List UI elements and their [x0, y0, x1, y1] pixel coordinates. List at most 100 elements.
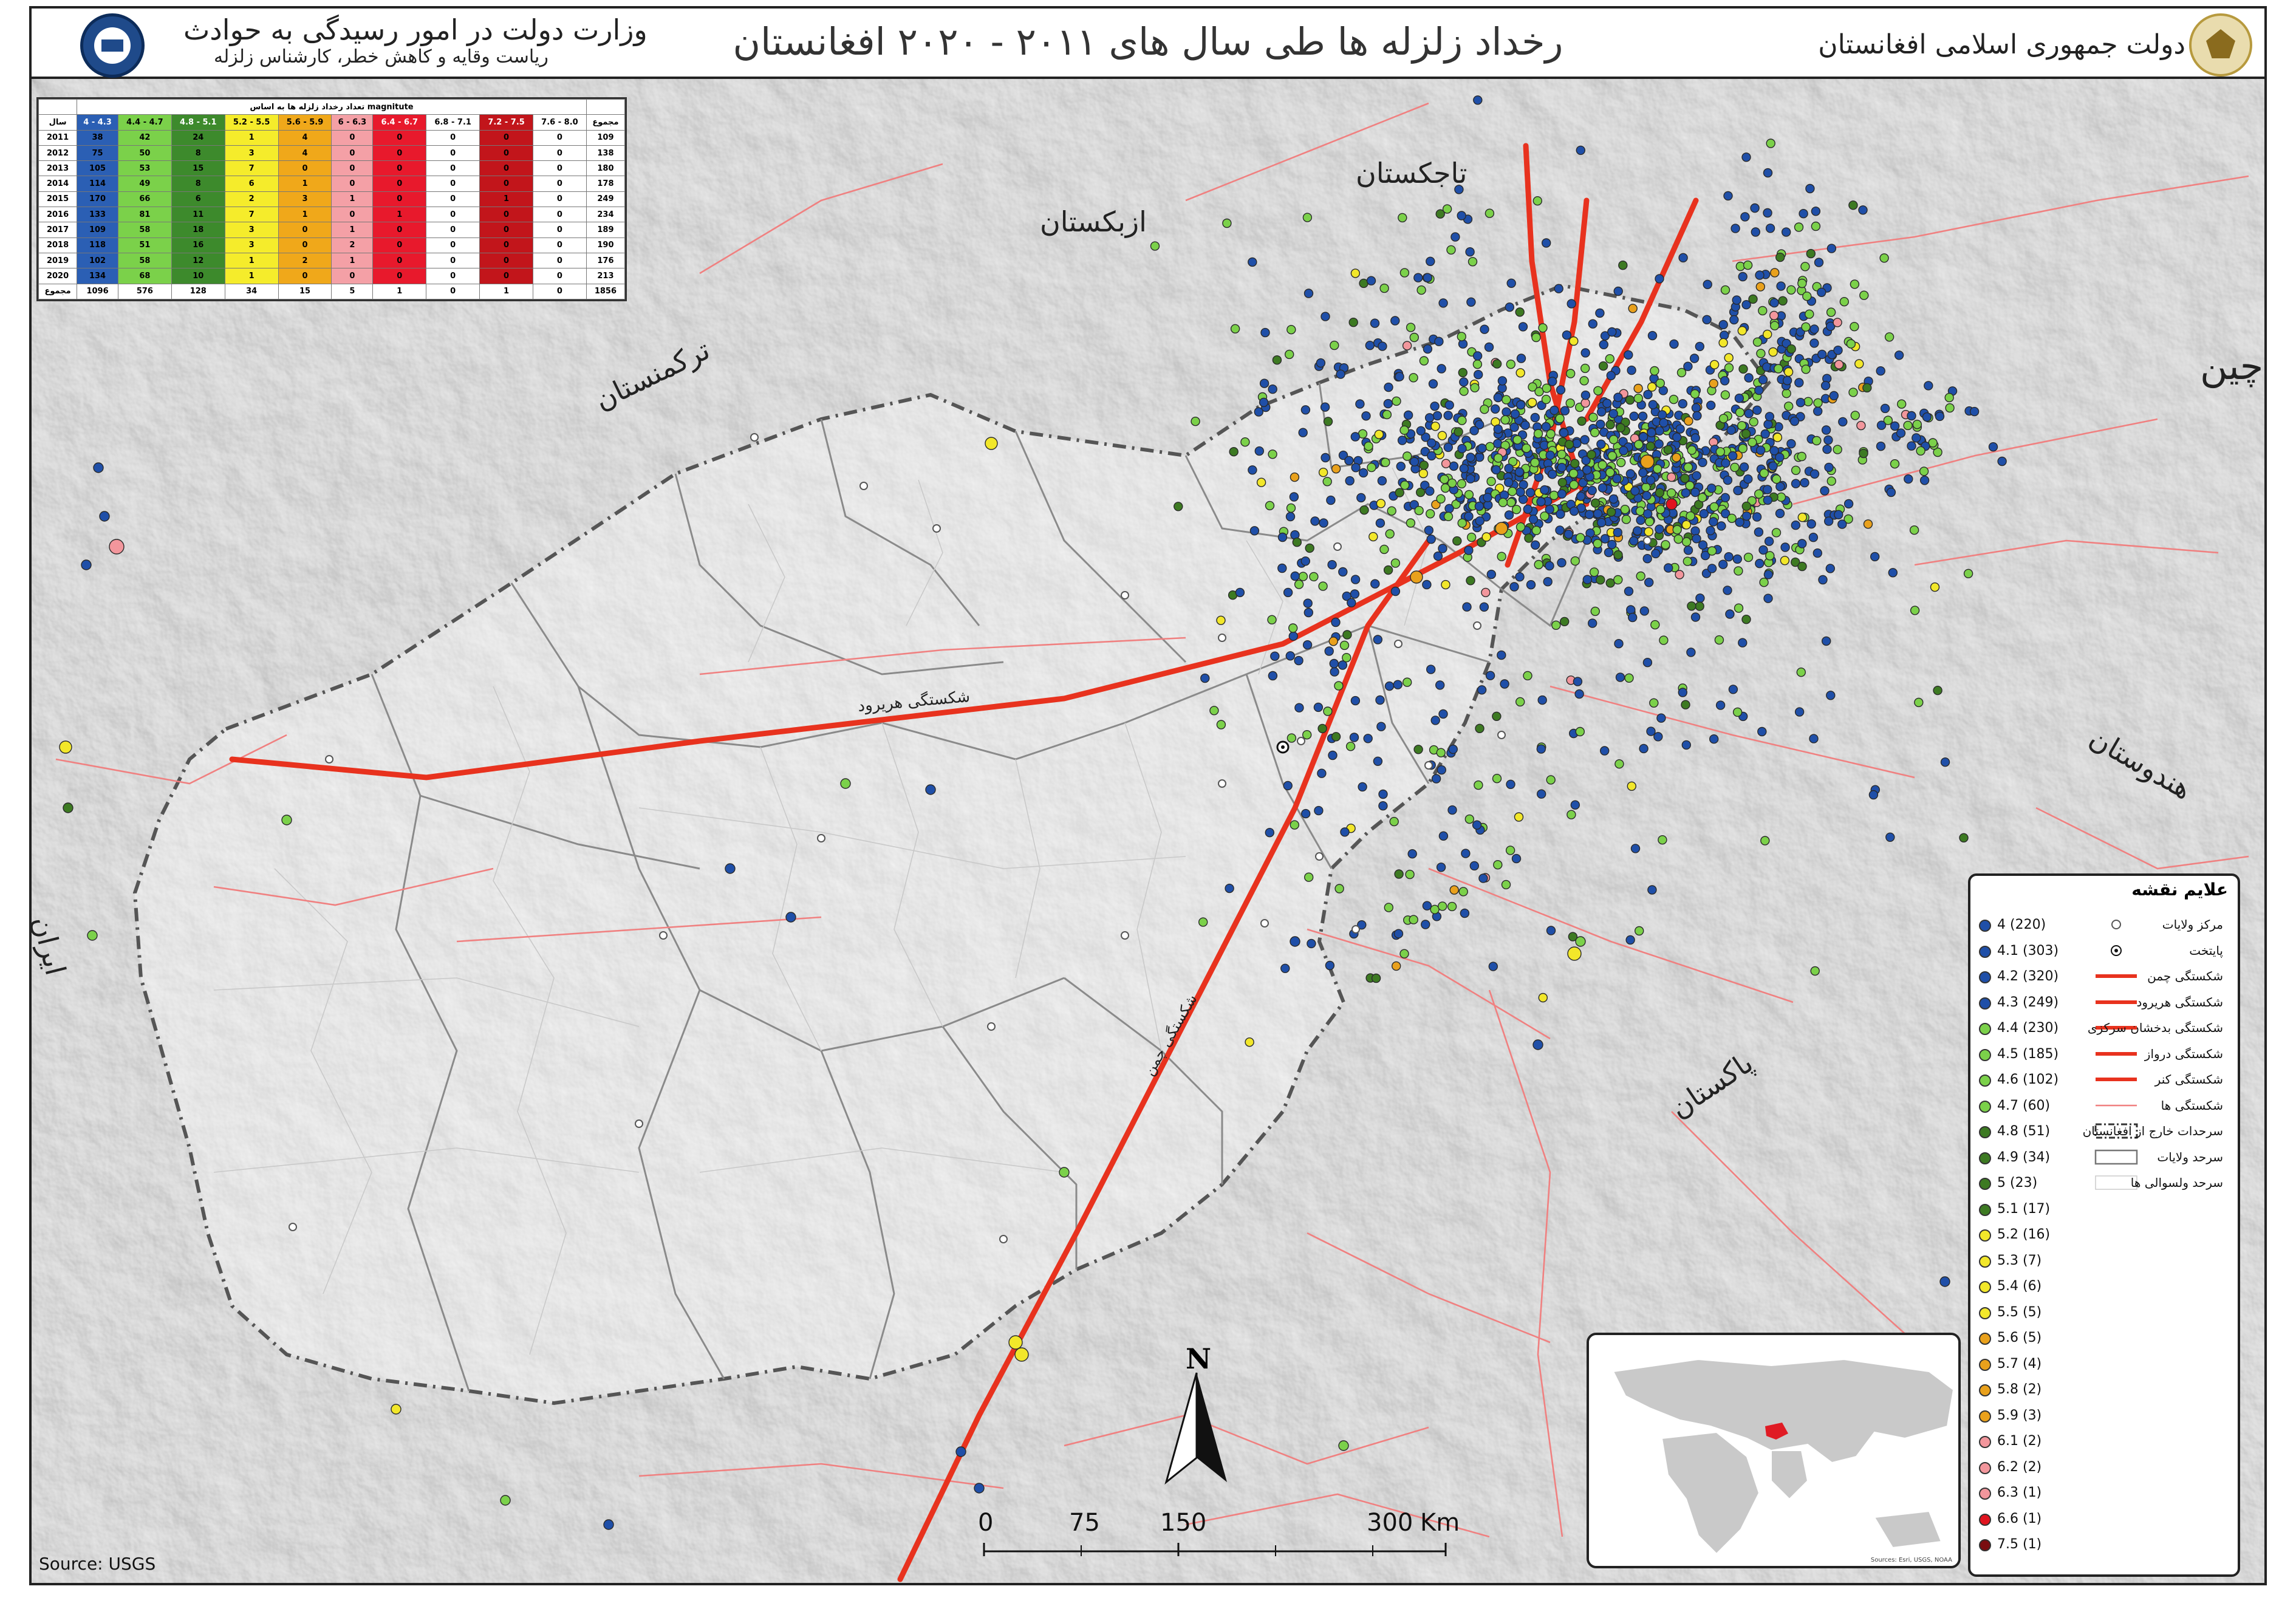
earthquake-point — [1653, 732, 1663, 742]
earthquake-point — [1430, 904, 1440, 915]
column-total-cell: 128 — [171, 283, 225, 300]
earthquake-point — [1833, 346, 1843, 355]
earthquake-point — [1344, 456, 1354, 465]
earthquake-point — [1557, 477, 1568, 487]
earthquake-point — [1371, 973, 1381, 983]
earthquake-point — [1903, 420, 1913, 431]
earthquake-point — [1653, 464, 1662, 474]
table-row: 2013 105 53 15 7 0 0 0 0 0 0 180 — [38, 160, 626, 177]
earthquake-point — [1409, 373, 1418, 383]
earthquake-point — [1896, 399, 1907, 409]
scale-tick-150: 150 — [1160, 1509, 1207, 1537]
earthquake-point — [1673, 534, 1683, 544]
earthquake-point — [1850, 279, 1860, 289]
earthquake-point — [1437, 431, 1447, 440]
earthquake-point — [1564, 440, 1574, 449]
legend-symbol-icon — [2092, 942, 2141, 959]
count-cell: 0 — [426, 237, 480, 253]
earthquake-point — [1300, 808, 1311, 819]
earthquake-point — [1370, 579, 1380, 589]
earthquake-point — [1565, 398, 1575, 408]
earthquake-point — [1738, 443, 1748, 454]
earthquake-point — [1647, 885, 1657, 895]
earthquake-point — [1778, 296, 1788, 306]
earthquake-point — [1813, 398, 1823, 408]
earthquake-point — [1413, 273, 1423, 282]
earthquake-point — [1754, 527, 1764, 537]
earthquake-point — [1924, 381, 1933, 391]
magnitude-label: 5.4 (6) — [1997, 1279, 2042, 1294]
earthquake-point — [1760, 429, 1770, 439]
legend-magnitude-item: 5.1 (17) — [1970, 1197, 2232, 1221]
earthquake-point — [1765, 412, 1775, 422]
earthquake-point — [1358, 782, 1367, 792]
earthquake-point — [1541, 394, 1551, 405]
legend-symbol-item: شکستگی درواز — [1970, 1042, 2232, 1066]
count-cell: 0 — [426, 160, 480, 177]
earthquake-point — [1523, 504, 1533, 514]
legend-symbol-icon — [2092, 968, 2141, 985]
earthquake-point — [1286, 733, 1297, 743]
earthquake-point — [1809, 324, 1819, 334]
earthquake-point — [1616, 457, 1626, 468]
earthquake-point — [1229, 447, 1239, 457]
earthquake-point — [1300, 556, 1311, 566]
earthquake-point — [1775, 508, 1785, 518]
earthquake-point — [1744, 373, 1754, 383]
earthquake-point — [1672, 525, 1682, 535]
earthquake-point — [1771, 528, 1782, 538]
capital-marker — [1276, 740, 1290, 754]
earthquake-point — [1724, 552, 1734, 562]
count-cell: 50 — [117, 145, 172, 162]
earthquake-point — [1744, 409, 1754, 419]
earthquake-point — [1515, 400, 1526, 410]
earthquake-point — [1765, 551, 1775, 561]
count-cell: 118 — [77, 237, 118, 253]
earthquake-point — [1687, 445, 1697, 455]
legend-symbol-item: مرکز ولایات — [1970, 912, 2232, 937]
earthquake-point — [1797, 561, 1807, 572]
earthquake-point — [1448, 744, 1458, 754]
earthquake-point — [1427, 451, 1437, 461]
scale-tick-300: 300 — [1367, 1509, 1413, 1537]
count-cell: 133 — [77, 207, 118, 223]
earthquake-point — [1331, 617, 1341, 627]
earthquake-point — [1506, 278, 1516, 288]
count-cell: 0 — [533, 129, 587, 146]
country-label-tajikistan: تاجکستان — [1356, 157, 1467, 190]
earthquake-point — [1735, 518, 1744, 527]
count-cell: 1 — [224, 129, 279, 146]
earthquake-point — [1546, 926, 1556, 935]
earthquake-point — [1912, 433, 1921, 443]
count-cell: 109 — [77, 222, 118, 238]
earthquake-point — [1514, 812, 1524, 822]
earthquake-point — [1523, 671, 1532, 681]
earthquake-point — [1691, 403, 1701, 413]
column-total-cell: 1 — [372, 283, 427, 300]
count-cell: 0 — [426, 145, 480, 162]
earthquake-point — [1424, 413, 1435, 423]
earthquake-point — [1506, 497, 1516, 507]
earthquake-point — [1377, 476, 1387, 486]
earthquake-point — [1959, 833, 1969, 843]
earthquake-point — [1599, 746, 1610, 756]
earthquake-point — [1240, 437, 1250, 447]
earthquake-point — [1655, 378, 1666, 388]
earthquake-point — [59, 740, 72, 754]
earthquake-point — [1526, 580, 1536, 590]
earthquake-point — [1381, 457, 1390, 467]
earthquake-point — [1801, 322, 1811, 332]
earthquake-point — [1557, 449, 1567, 459]
earthquake-point — [99, 511, 110, 522]
earthquake-point — [1749, 417, 1758, 427]
magnitude-dot-icon — [1979, 1436, 1991, 1448]
earthquake-point — [1493, 424, 1503, 434]
country-label-china: چین — [2200, 344, 2264, 388]
earthquake-point — [1579, 376, 1589, 386]
earthquake-point — [1628, 304, 1638, 313]
earthquake-point — [1914, 697, 1924, 708]
earthquake-point — [1589, 567, 1599, 577]
earthquake-point — [1930, 582, 1940, 592]
earthquake-point — [1627, 365, 1636, 375]
earthquake-point — [1497, 650, 1506, 660]
